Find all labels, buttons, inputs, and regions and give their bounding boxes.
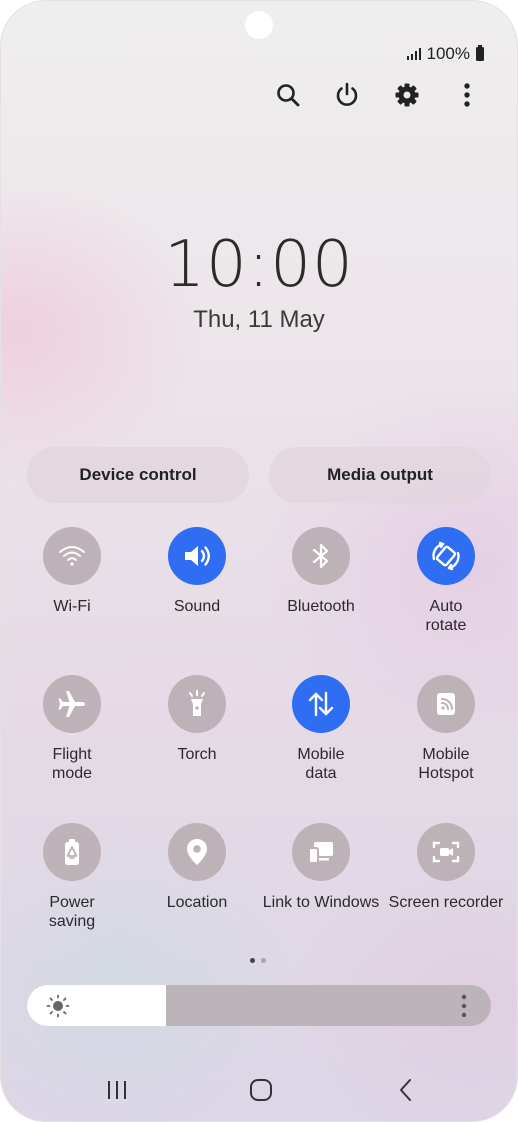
tile-label: Location bbox=[166, 894, 228, 911]
tile-label: Screen recorder bbox=[388, 894, 504, 911]
tile-label: Sound bbox=[173, 598, 221, 615]
link-to-windows-icon bbox=[292, 823, 350, 881]
status-bar: 100% bbox=[406, 44, 484, 64]
brightness-icon bbox=[46, 994, 70, 1018]
auto-rotate-icon bbox=[417, 527, 475, 585]
tile-mobile-hotspot[interactable]: Mobile Hotspot bbox=[381, 675, 511, 783]
tile-bluetooth[interactable]: Bluetooth bbox=[256, 527, 386, 616]
media-output-button[interactable]: Media output bbox=[269, 447, 491, 503]
settings-icon[interactable] bbox=[390, 78, 424, 112]
hotspot-icon bbox=[417, 675, 475, 733]
recent-apps-button[interactable] bbox=[92, 1070, 142, 1110]
recent-apps-icon bbox=[108, 1081, 126, 1099]
back-button[interactable] bbox=[381, 1070, 431, 1110]
tile-label: Torch bbox=[177, 746, 217, 763]
brightness-slider[interactable] bbox=[27, 985, 491, 1026]
tile-label: Bluetooth bbox=[287, 598, 355, 615]
tile-sound[interactable]: Sound bbox=[132, 527, 262, 616]
page-dot bbox=[261, 958, 266, 963]
tile-flight-mode[interactable]: Flight mode bbox=[7, 675, 137, 783]
page-indicator[interactable] bbox=[250, 958, 266, 963]
power-icon[interactable] bbox=[330, 78, 364, 112]
bluetooth-icon bbox=[292, 527, 350, 585]
tile-auto-rotate[interactable]: Auto rotate bbox=[381, 527, 511, 635]
tile-label: Flight mode bbox=[51, 746, 93, 782]
tile-screen-recorder[interactable]: Screen recorder bbox=[381, 823, 511, 912]
quick-panel-actions bbox=[0, 78, 518, 112]
battery-saver-icon bbox=[43, 823, 101, 881]
wifi-icon bbox=[43, 527, 101, 585]
search-icon[interactable] bbox=[271, 78, 305, 112]
tile-label: Mobile data bbox=[297, 746, 345, 782]
page-dot-active bbox=[250, 958, 255, 963]
location-icon bbox=[168, 823, 226, 881]
home-icon bbox=[250, 1079, 272, 1101]
device-control-button[interactable]: Device control bbox=[27, 447, 249, 503]
clock-date[interactable]: Thu, 11 May bbox=[0, 306, 518, 334]
battery-percentage: 100% bbox=[426, 44, 470, 63]
tile-location[interactable]: Location bbox=[132, 823, 262, 912]
tile-label: Mobile Hotspot bbox=[418, 746, 474, 782]
navigation-bar bbox=[0, 1070, 518, 1110]
back-icon bbox=[400, 1079, 411, 1101]
home-button[interactable] bbox=[236, 1070, 286, 1110]
signal-icon bbox=[406, 48, 421, 60]
tile-label: Link to Windows bbox=[262, 894, 380, 911]
tile-power-saving[interactable]: Power saving bbox=[7, 823, 137, 931]
brightness-options-icon[interactable] bbox=[461, 994, 467, 1018]
front-camera bbox=[245, 11, 273, 39]
tile-label: Auto rotate bbox=[425, 598, 467, 634]
tile-torch[interactable]: Torch bbox=[132, 675, 262, 764]
torch-icon bbox=[168, 675, 226, 733]
clock-time[interactable]: 10:00 bbox=[0, 228, 518, 302]
tile-label: Wi-Fi bbox=[53, 598, 91, 615]
battery-icon bbox=[476, 45, 484, 61]
tile-mobile-data[interactable]: Mobile data bbox=[256, 675, 386, 783]
tile-link-to-windows[interactable]: Link to Windows bbox=[256, 823, 386, 912]
screen-recorder-icon bbox=[417, 823, 475, 881]
tile-label: Power saving bbox=[48, 894, 96, 930]
sound-icon bbox=[168, 527, 226, 585]
more-options-icon[interactable] bbox=[450, 78, 484, 112]
quick-panel: 100% 10:00 Thu, 11 May Device control Me… bbox=[0, 0, 518, 1122]
airplane-icon bbox=[43, 675, 101, 733]
tile-wifi[interactable]: Wi-Fi bbox=[7, 527, 137, 616]
mobile-data-icon bbox=[292, 675, 350, 733]
